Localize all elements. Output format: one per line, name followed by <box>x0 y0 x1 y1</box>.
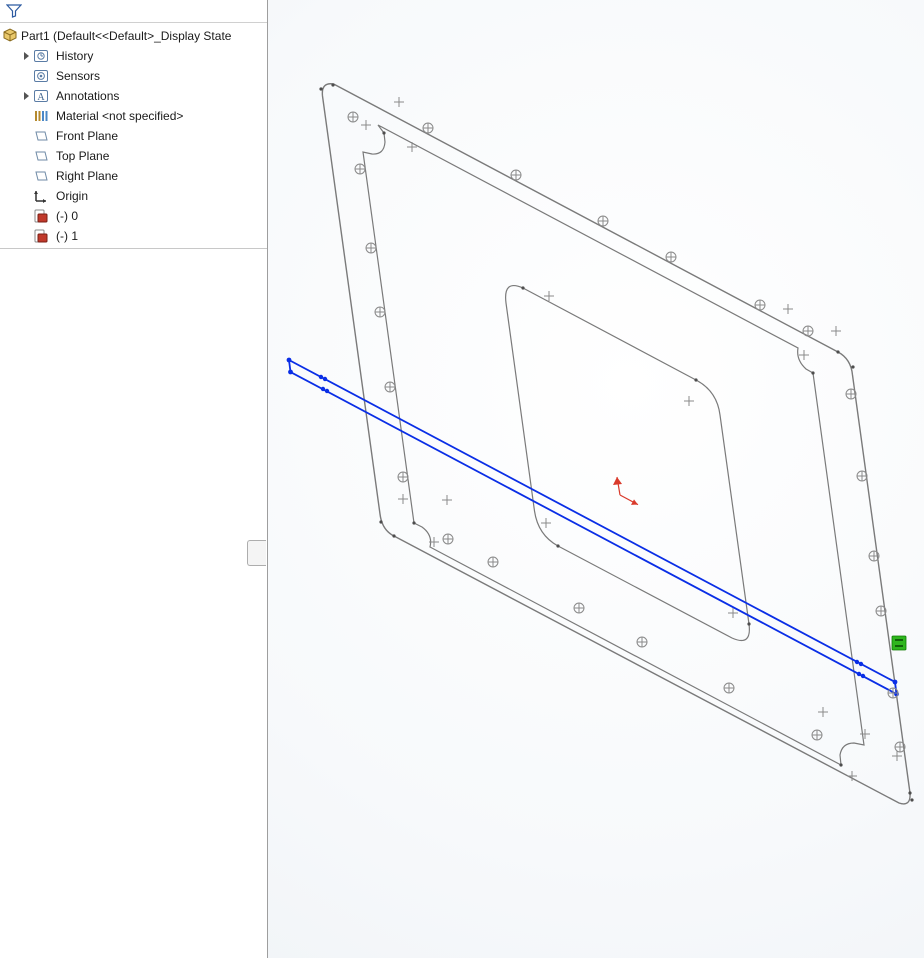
expand-arrow-icon[interactable] <box>20 92 32 100</box>
constraint-badge <box>892 636 906 650</box>
panel-collapse-tab[interactable] <box>247 540 266 566</box>
model-sketch-svg <box>268 0 924 958</box>
tree-item-label: Top Plane <box>54 146 111 166</box>
sensors-icon <box>32 67 50 85</box>
graphics-viewport[interactable] <box>268 0 924 958</box>
sketch-points <box>319 83 913 801</box>
plane-icon <box>32 167 50 185</box>
tree-item-label: Material <not specified> <box>54 106 185 126</box>
center-window-outline <box>506 286 750 641</box>
tree-item[interactable]: Sensors <box>0 66 267 86</box>
tree-item-label: (-) 1 <box>54 226 80 246</box>
tree-item-label: Sensors <box>54 66 102 86</box>
material-icon <box>32 107 50 125</box>
app-root: Part1 (Default<<Default>_Display State H… <box>0 0 924 958</box>
tree-children-container: HistorySensorsAnnotationsMaterial <not s… <box>0 46 267 246</box>
tree-divider <box>0 248 267 249</box>
selected-sketch-strip <box>287 358 899 697</box>
tree-item-label: Front Plane <box>54 126 120 146</box>
tree-root-item[interactable]: Part1 (Default<<Default>_Display State <box>0 26 267 46</box>
tree-item-label: Right Plane <box>54 166 120 186</box>
part-icon <box>2 27 18 46</box>
inner-frame-outline <box>363 125 864 765</box>
tree-item[interactable]: Material <not specified> <box>0 106 267 126</box>
plane-icon <box>32 147 50 165</box>
tree-item[interactable]: Top Plane <box>0 146 267 166</box>
tree-item-label: (-) 0 <box>54 206 80 226</box>
tree-item-label: Origin <box>54 186 90 206</box>
tree-item-label: Annotations <box>54 86 121 106</box>
tree-item[interactable]: Annotations <box>0 86 267 106</box>
tree-root-label: Part1 (Default<<Default>_Display State <box>21 29 231 43</box>
tree-item[interactable]: (-) 0 <box>0 206 267 226</box>
tree-item-label: History <box>54 46 95 66</box>
tree-item[interactable]: Right Plane <box>0 166 267 186</box>
expand-arrow-icon[interactable] <box>20 52 32 60</box>
outer-plate-outline <box>322 84 910 804</box>
feature-tree-panel: Part1 (Default<<Default>_Display State H… <box>0 0 268 958</box>
origin-triad <box>613 477 638 505</box>
tree-item[interactable]: Front Plane <box>0 126 267 146</box>
tree-filter-bar[interactable] <box>0 0 267 23</box>
plane-icon <box>32 127 50 145</box>
funnel-icon <box>6 4 22 18</box>
annotations-icon <box>32 87 50 105</box>
origin-icon <box>32 187 50 205</box>
tree-item[interactable]: Origin <box>0 186 267 206</box>
history-icon <box>32 47 50 65</box>
feature-tree[interactable]: Part1 (Default<<Default>_Display State H… <box>0 23 267 249</box>
dxf-icon <box>32 227 50 245</box>
dxf-icon <box>32 207 50 225</box>
tree-item[interactable]: (-) 1 <box>0 226 267 246</box>
tree-item[interactable]: History <box>0 46 267 66</box>
